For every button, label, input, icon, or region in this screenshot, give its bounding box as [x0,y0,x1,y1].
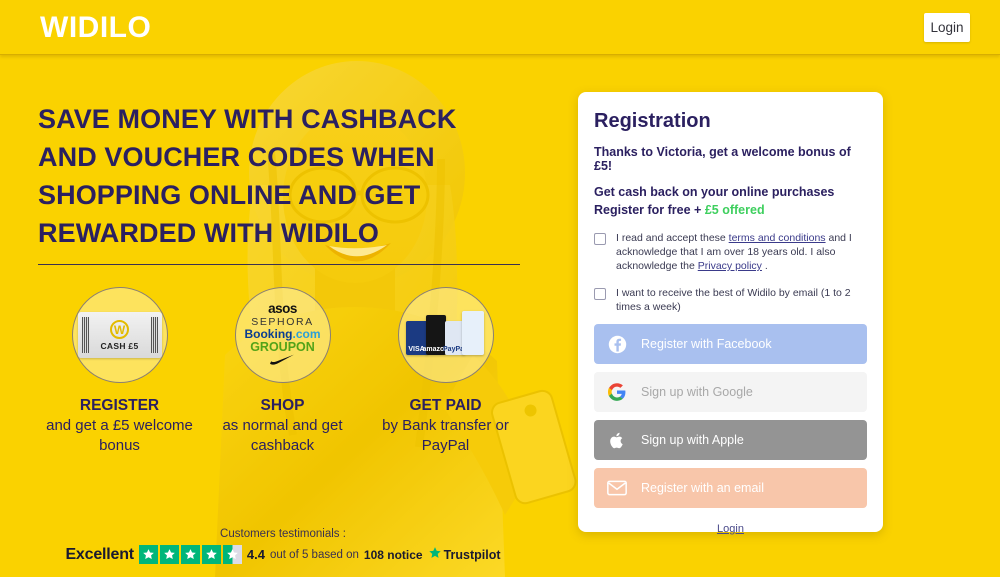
privacy-policy-link[interactable]: Privacy policy [698,260,762,272]
brand-logo-stack: asos SEPHORA Booking.com GROUPON [244,301,321,368]
step-get-paid-desc: by Bank transfer or PayPal [382,417,509,454]
asos-logo: asos [268,301,297,317]
signup-with-google-button[interactable]: Sign up with Google [594,372,867,412]
registration-title: Registration [594,110,711,132]
site-header: WIDILO Login [0,0,1000,55]
page-headline: SAVE MONEY WITH CASHBACK AND VOUCHER COD… [38,104,457,248]
trustpilot-widget[interactable]: Excellent 4.4 out of 5 based on 108 noti… [38,545,528,564]
step-shop-desc: as normal and get cashback [222,417,343,454]
register-with-email-button[interactable]: Register with an email [594,468,867,508]
step-register-title: REGISTER [79,397,160,414]
booking-logo-text: Booking.com [244,326,321,341]
envelope-icon [606,480,628,496]
signup-with-apple-button[interactable]: Sign up with Apple [594,420,867,460]
apple-button-label: Sign up with Apple [641,433,744,447]
offer-message: Register for free + £5 offered [594,203,867,217]
step-shop: asos SEPHORA Booking.com GROUPON SHOP as… [201,287,364,456]
testimonials-label: Customers testimonials : [220,528,346,540]
step-get-paid-title: GET PAID [409,397,482,414]
newsletter-checkbox-row[interactable]: I want to receive the best of Widilo by … [594,286,867,314]
trustpilot-brand-label: Trustpilot [443,547,501,562]
trustpilot-stars [138,545,242,564]
terms-checkbox-row[interactable]: I read and accept these terms and condit… [594,231,867,273]
trustpilot-out-of-text: out of 5 based on [270,548,359,561]
step-get-paid: VISA amazon PayPal GET PAID by Bank tran… [364,287,527,456]
star-filled [201,545,221,564]
email-button-label: Register with an email [641,481,764,495]
newsletter-checkbox[interactable] [594,288,606,300]
offer-prefix: Register for free [594,203,691,217]
step-get-paid-graphic: VISA amazon PayPal [397,287,494,383]
testimonials-block: Customers testimonials : Excellent 4.4 o… [38,528,528,564]
groupon-logo: GROUPON [250,339,315,354]
terms-checkbox[interactable] [594,233,606,245]
step-register-desc: and get a £5 welcome bonus [46,417,193,454]
star-filled [180,545,200,564]
newsletter-checkbox-label: I want to receive the best of Widilo by … [616,287,851,313]
trustpilot-score: 4.4 [246,547,265,562]
benefit-message: Get cash back on your online purchases [594,185,835,199]
voucher-icon: W CASH £5 [77,312,162,358]
terms-text-part1: I read and accept these [616,232,729,244]
terms-and-conditions-link[interactable]: terms and conditions [729,232,826,244]
referral-message: Thanks to Victoria, get a welcome bonus … [594,145,851,173]
hero-left-column: SAVE MONEY WITH CASHBACK AND VOUCHER COD… [0,55,560,577]
voucher-logo-w: W [110,319,129,339]
headline-divider [38,264,520,265]
header-login-button[interactable]: Login [924,13,970,42]
trustpilot-brand[interactable]: Trustpilot [428,546,501,563]
payment-cards-icon: VISA amazon PayPal [404,309,488,361]
offer-value: £5 offered [704,203,765,217]
voucher-amount-label: CASH £5 [100,340,139,351]
trustpilot-review-count: 108 notice [363,547,423,562]
terms-checkbox-label: I read and accept these terms and condit… [616,231,867,273]
apple-icon [606,431,628,450]
step-shop-title: SHOP [260,397,305,414]
offer-plus-sign: + [694,203,702,217]
step-register-graphic: W CASH £5 [71,287,168,383]
brand-logo[interactable]: WIDILO [40,11,151,45]
card-login-link[interactable]: Login [594,523,867,535]
step-register: W CASH £5 REGISTER and get a £5 welcome … [38,287,201,456]
trustpilot-star-icon [428,546,442,563]
star-filled [159,545,179,564]
facebook-icon [606,335,628,354]
steps-list: W CASH £5 REGISTER and get a £5 welcome … [38,287,528,456]
facebook-button-label: Register with Facebook [641,337,772,351]
registration-card: Registration Thanks to Victoria, get a w… [578,92,883,535]
star-half [222,545,242,564]
step-shop-graphic: asos SEPHORA Booking.com GROUPON [234,287,331,383]
trustpilot-rating-word: Excellent [65,545,134,563]
star-filled [138,545,158,564]
nike-logo [244,354,320,368]
booking-logo: Booking.com [244,326,321,341]
terms-text-part3: . [761,260,768,272]
generic-card [461,311,484,355]
google-icon [606,383,628,401]
register-with-facebook-button[interactable]: Register with Facebook [594,324,867,364]
google-button-label: Sign up with Google [641,385,753,399]
